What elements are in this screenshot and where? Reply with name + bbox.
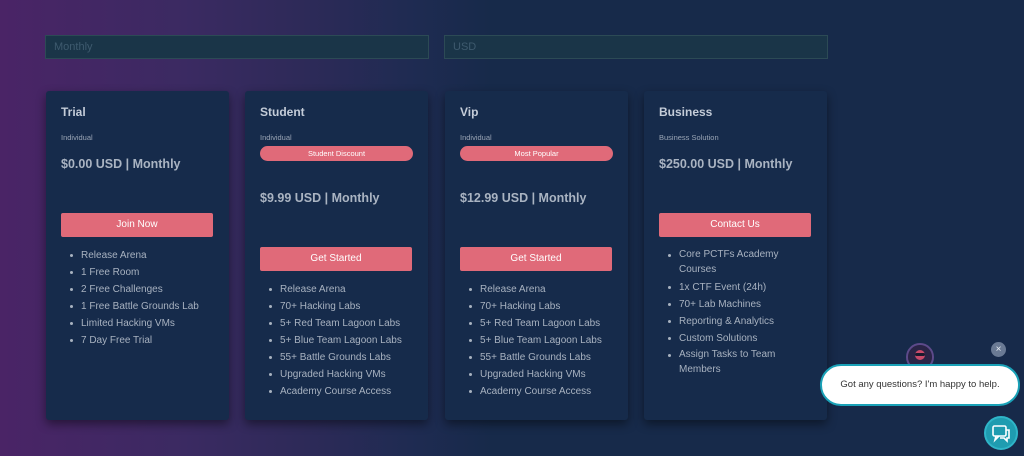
list-item: Limited Hacking VMs (61, 315, 214, 332)
list-item: 55+ Battle Grounds Labs (260, 349, 413, 366)
list-item: Core PCTFs Academy Courses (659, 247, 812, 277)
list-item: Academy Course Access (260, 383, 413, 400)
plan-name: Trial (61, 105, 86, 119)
plan-price: $0.00 USD | Monthly (61, 157, 181, 171)
plan-badge: Student Discount (260, 146, 413, 161)
plan-badge: Most Popular (460, 146, 613, 161)
list-item: 70+ Lab Machines (659, 296, 812, 313)
plan-price: $250.00 USD | Monthly (659, 157, 793, 171)
list-item: 1 Free Battle Grounds Lab (61, 298, 214, 315)
list-item: 5+ Red Team Lagoon Labs (460, 315, 613, 332)
feature-list: Release Arena 1 Free Room 2 Free Challen… (61, 247, 214, 349)
plan-card-trial: Trial Individual $0.00 USD | Monthly Joi… (46, 91, 229, 420)
list-item: 5+ Blue Team Lagoon Labs (260, 332, 413, 349)
list-item: 55+ Battle Grounds Labs (460, 349, 613, 366)
list-item: Custom Solutions (659, 330, 812, 347)
chat-message: Got any questions? I'm happy to help. (840, 379, 1000, 390)
list-item: Academy Course Access (460, 383, 613, 400)
close-glyph: × (995, 344, 1002, 355)
plan-name: Vip (460, 105, 479, 119)
billing-period-select[interactable]: Monthly (45, 35, 429, 59)
currency-select[interactable]: USD (444, 35, 828, 59)
chat-bubbles-icon (992, 425, 1010, 443)
list-item: Assign Tasks to Team Members (659, 347, 812, 377)
currency-placeholder: USD (453, 41, 477, 53)
list-item: 7 Day Free Trial (61, 332, 214, 349)
feature-list: Core PCTFs Academy Courses 1x CTF Event … (659, 247, 812, 377)
get-started-button[interactable]: Get Started (460, 247, 612, 271)
list-item: 2 Free Challenges (61, 281, 214, 298)
plan-audience: Individual (460, 133, 492, 142)
close-icon[interactable]: × (991, 342, 1006, 357)
plan-card-vip: Vip Individual Most Popular $12.99 USD |… (445, 91, 628, 420)
chat-message-bubble[interactable]: Got any questions? I'm happy to help. (820, 364, 1020, 406)
join-now-button[interactable]: Join Now (61, 213, 213, 237)
contact-us-button[interactable]: Contact Us (659, 213, 811, 237)
list-item: 1x CTF Event (24h) (659, 279, 812, 296)
billing-period-placeholder: Monthly (54, 41, 93, 53)
plan-card-business: Business Business Solution $250.00 USD |… (644, 91, 827, 420)
plan-audience: Individual (61, 133, 93, 142)
list-item: Release Arena (61, 247, 214, 264)
list-item: Reporting & Analytics (659, 313, 812, 330)
list-item: 5+ Red Team Lagoon Labs (260, 315, 413, 332)
list-item: Release Arena (260, 281, 413, 298)
list-item: 70+ Hacking Labs (460, 298, 613, 315)
feature-list: Release Arena 70+ Hacking Labs 5+ Red Te… (260, 281, 413, 400)
list-item: 1 Free Room (61, 264, 214, 281)
list-item: Upgraded Hacking VMs (260, 366, 413, 383)
chat-launcher-button[interactable] (984, 416, 1018, 450)
plan-audience: Individual (260, 133, 292, 142)
feature-list: Release Arena 70+ Hacking Labs 5+ Red Te… (460, 281, 613, 400)
plan-price: $9.99 USD | Monthly (260, 191, 380, 205)
plan-card-student: Student Individual Student Discount $9.9… (245, 91, 428, 420)
plan-audience: Business Solution (659, 133, 719, 142)
list-item: 5+ Blue Team Lagoon Labs (460, 332, 613, 349)
plan-price: $12.99 USD | Monthly (460, 191, 587, 205)
plan-name: Student (260, 105, 305, 119)
list-item: Release Arena (460, 281, 613, 298)
list-item: 70+ Hacking Labs (260, 298, 413, 315)
list-item: Upgraded Hacking VMs (460, 366, 613, 383)
plan-name: Business (659, 105, 713, 119)
get-started-button[interactable]: Get Started (260, 247, 412, 271)
